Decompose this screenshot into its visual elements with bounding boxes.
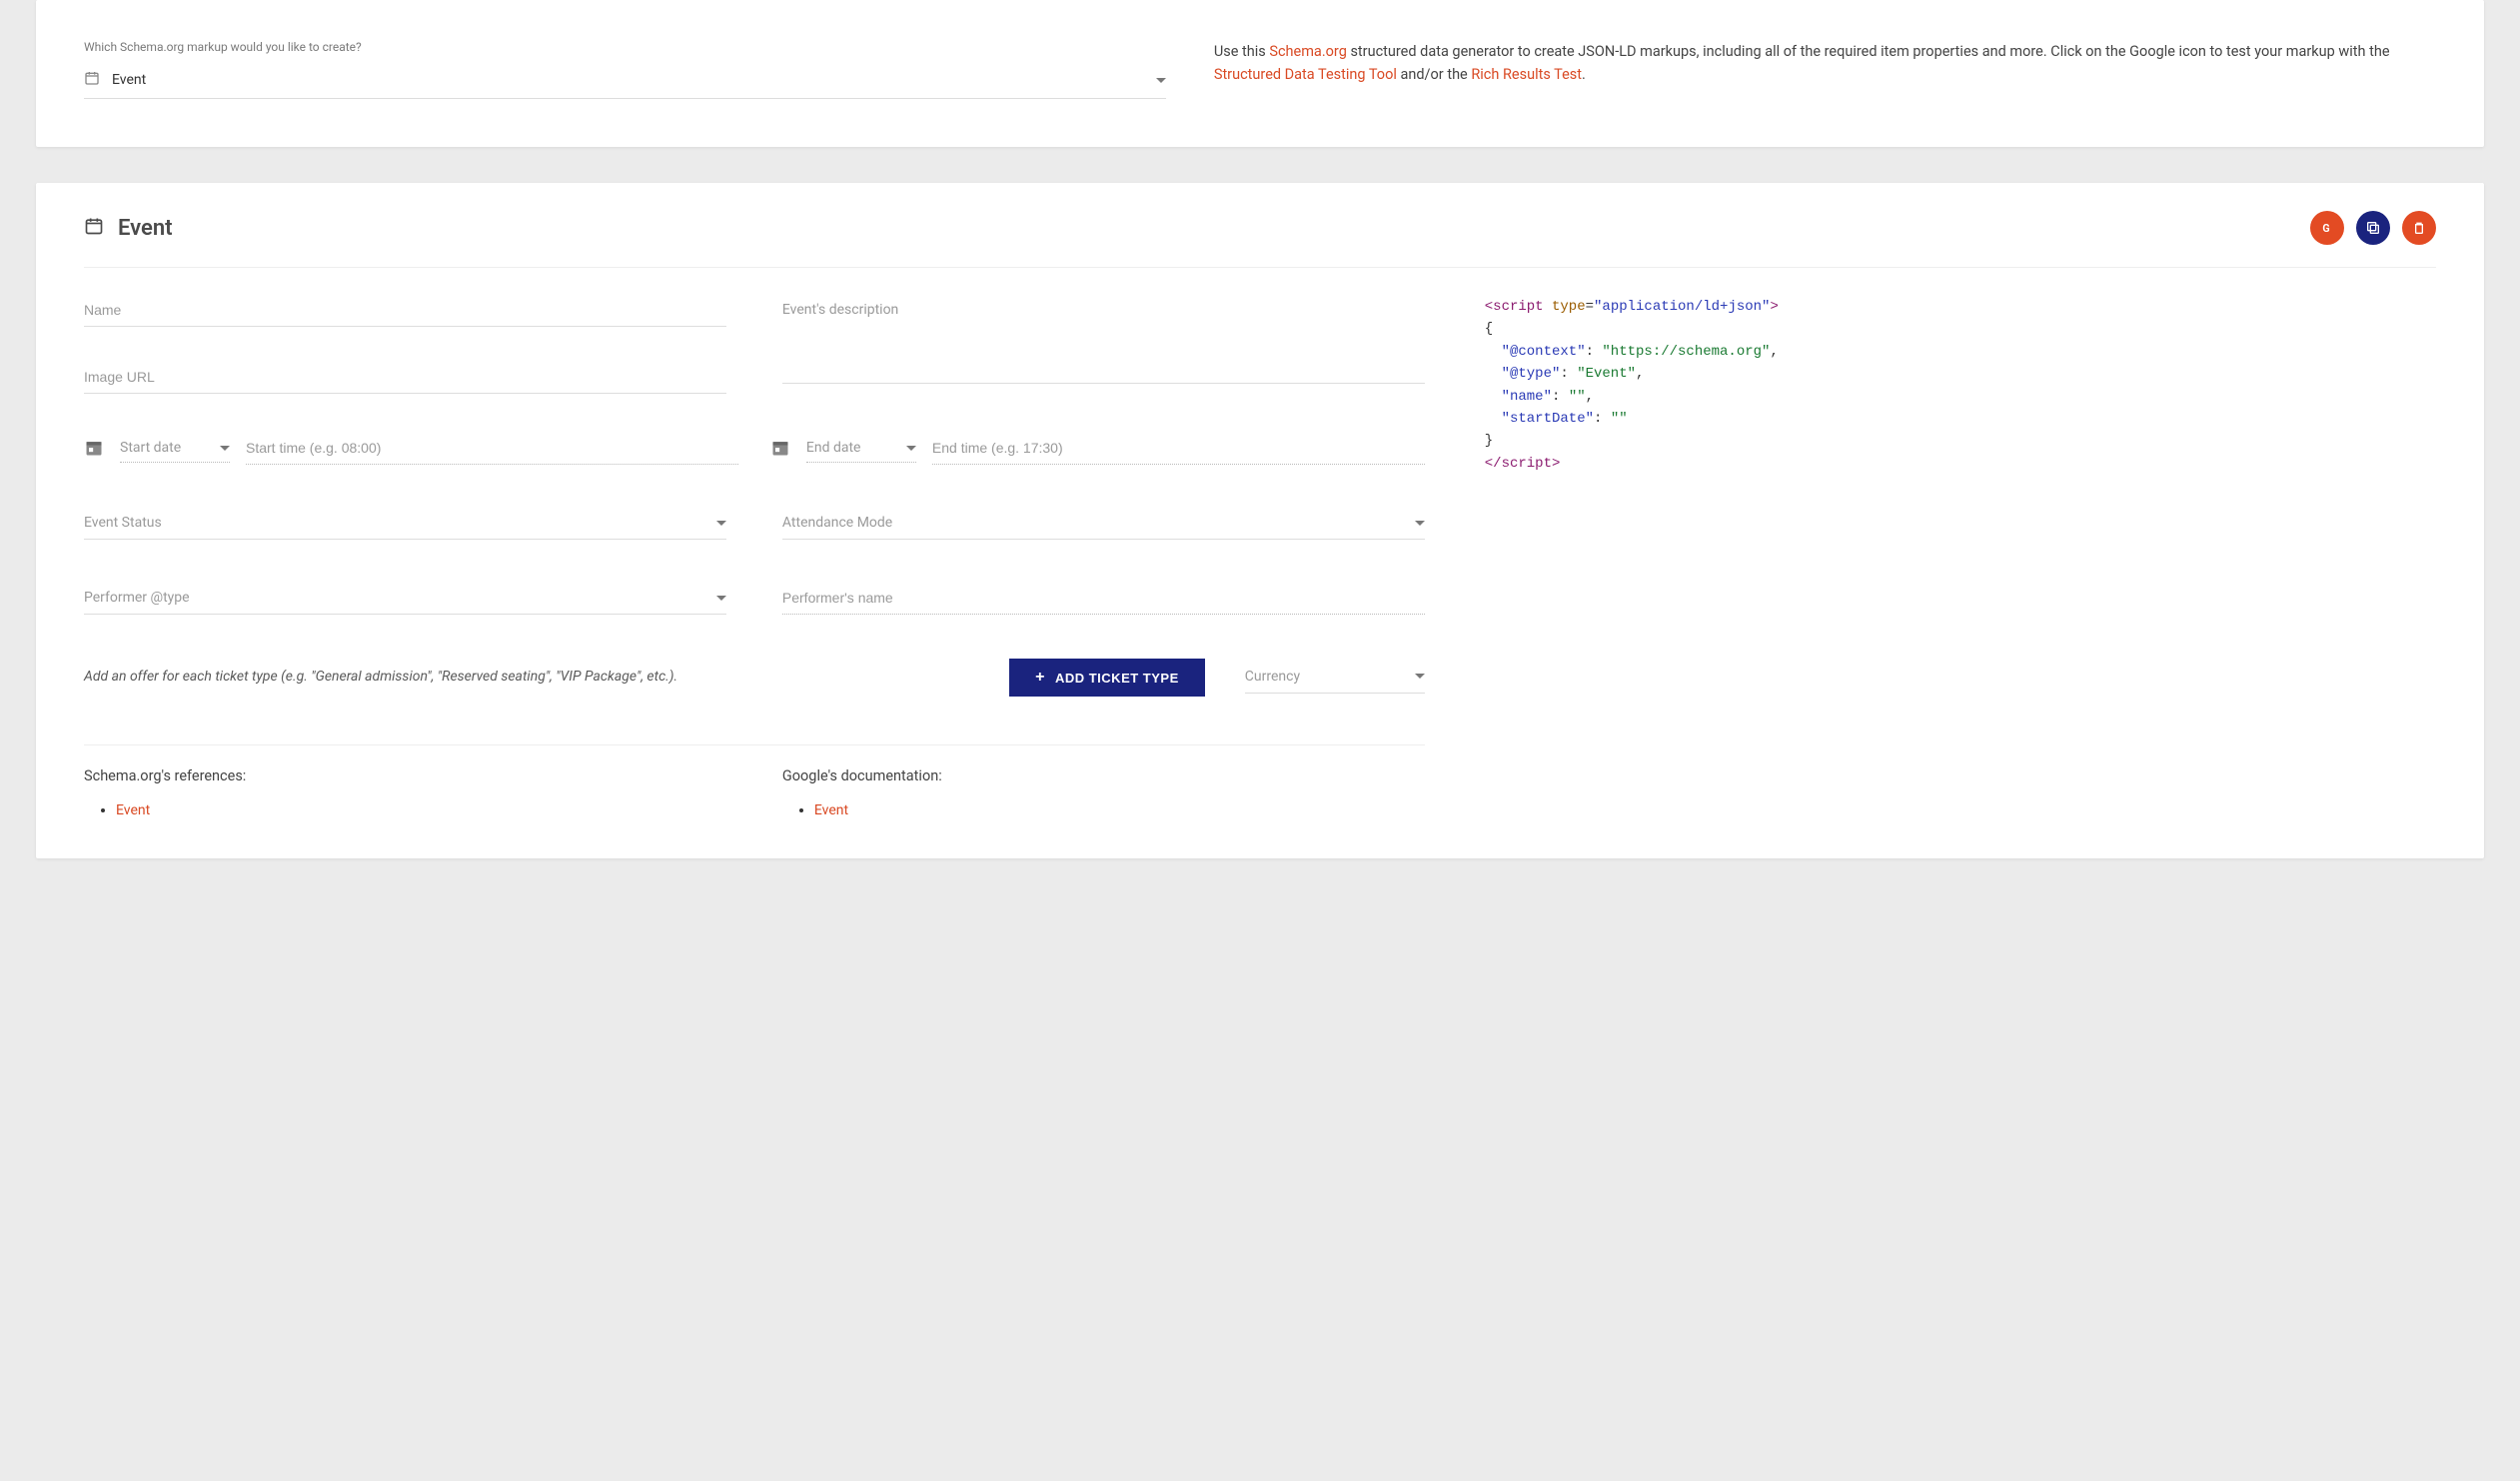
header-actions: G: [2310, 211, 2436, 245]
google-refs-title: Google's documentation:: [782, 767, 1425, 784]
list-item: Event: [814, 802, 1425, 818]
chevron-down-icon: [906, 446, 916, 451]
intro-text: Use this Schema.org structured data gene…: [1214, 40, 2436, 99]
performer-type-placeholder: Performer @type: [84, 590, 190, 606]
event-card: Event G: [36, 183, 2484, 858]
chevron-down-icon: [220, 446, 230, 451]
schema-type-value: Event: [112, 72, 146, 88]
add-ticket-label: ADD TICKET TYPE: [1055, 671, 1179, 686]
form-column: Start date End date: [84, 296, 1425, 818]
calendar-icon: [84, 438, 104, 462]
image-url-input[interactable]: [84, 363, 726, 394]
schema-refs-title: Schema.org's references:: [84, 767, 726, 784]
sdtt-link[interactable]: Structured Data Testing Tool: [1214, 66, 1397, 83]
google-event-link[interactable]: Event: [814, 802, 848, 818]
code-column: <script type="application/ld+json"> { "@…: [1485, 296, 2436, 818]
schema-question-label: Which Schema.org markup would you like t…: [84, 40, 1166, 54]
performer-name-input[interactable]: [782, 584, 1425, 615]
end-date-select[interactable]: End date: [806, 436, 916, 463]
calendar-icon: [770, 438, 790, 462]
schema-org-link[interactable]: Schema.org: [1269, 43, 1347, 60]
event-header: Event G: [84, 211, 2436, 268]
start-date-select[interactable]: Start date: [120, 436, 230, 463]
event-status-select[interactable]: Event Status: [84, 509, 726, 540]
start-time-input[interactable]: [246, 434, 738, 465]
attendance-mode-select[interactable]: Attendance Mode: [782, 509, 1425, 540]
performer-type-select[interactable]: Performer @type: [84, 584, 726, 615]
event-title: Event: [118, 216, 173, 241]
intro-mid: structured data generator to create JSON…: [1347, 43, 2390, 60]
start-date-placeholder: Start date: [120, 440, 181, 456]
chevron-down-icon: [1415, 674, 1425, 679]
references-row: Schema.org's references: Event Google's …: [84, 767, 1425, 818]
list-item: Event: [116, 802, 726, 818]
intro-end: .: [1582, 66, 1586, 83]
attendance-mode-placeholder: Attendance Mode: [782, 515, 892, 531]
add-ticket-button[interactable]: + ADD TICKET TYPE: [1009, 659, 1205, 697]
rrt-link[interactable]: Rich Results Test: [1471, 66, 1582, 83]
google-test-button[interactable]: G: [2310, 211, 2344, 245]
event-body: Start date End date: [84, 296, 2436, 818]
event-status-placeholder: Event Status: [84, 515, 162, 531]
chevron-down-icon: [1415, 521, 1425, 526]
schema-selector-card: Which Schema.org markup would you like t…: [36, 0, 2484, 147]
name-input[interactable]: [84, 296, 726, 327]
svg-text:G: G: [2322, 222, 2329, 235]
end-date-placeholder: End date: [806, 440, 861, 456]
copy-button[interactable]: [2356, 211, 2390, 245]
plus-icon: +: [1035, 670, 1045, 686]
chevron-down-icon: [716, 521, 726, 526]
description-input[interactable]: [782, 296, 1425, 384]
chevron-down-icon: [716, 596, 726, 601]
end-time-input[interactable]: [932, 434, 1425, 465]
intro-pre: Use this: [1214, 43, 1270, 60]
event-icon: [84, 216, 104, 240]
json-ld-output: <script type="application/ld+json"> { "@…: [1485, 296, 2436, 475]
intro-andor: and/or the: [1397, 66, 1471, 83]
currency-placeholder: Currency: [1245, 669, 1300, 685]
ticket-hint-text: Add an offer for each ticket type (e.g. …: [84, 667, 969, 689]
currency-select[interactable]: Currency: [1245, 663, 1425, 694]
event-icon: [84, 70, 100, 90]
divider: [84, 744, 1425, 745]
schema-selector-left: Which Schema.org markup would you like t…: [84, 40, 1166, 99]
delete-button[interactable]: [2402, 211, 2436, 245]
schema-type-select[interactable]: Event: [84, 64, 1166, 99]
chevron-down-icon: [1156, 78, 1166, 83]
schema-event-link[interactable]: Event: [116, 802, 150, 818]
